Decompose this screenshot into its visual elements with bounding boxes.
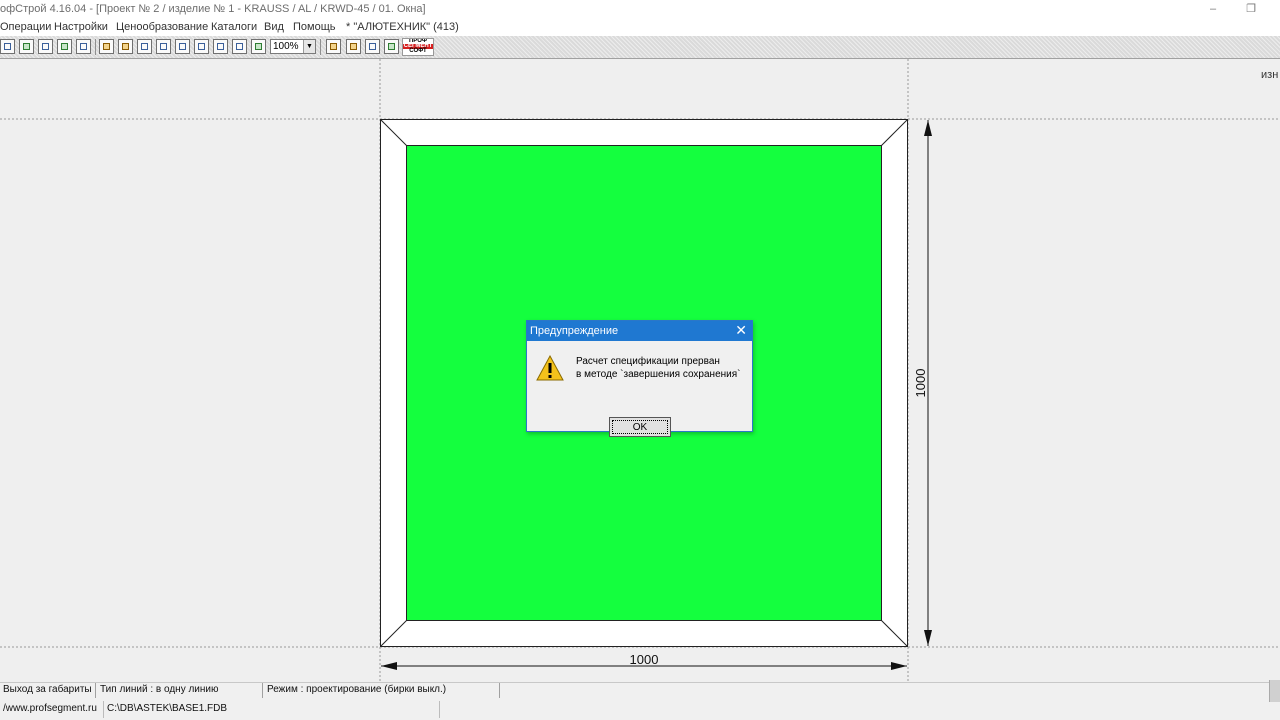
warning-dialog: Предупреждение ✕ Расчет спецификации пре… — [526, 320, 753, 437]
profile-icon[interactable] — [251, 39, 266, 54]
restore-button[interactable]: ❐ — [1236, 0, 1266, 18]
menu-operations[interactable]: Операции — [0, 21, 51, 33]
resize-icon[interactable] — [175, 39, 190, 54]
document-icon[interactable] — [365, 39, 380, 54]
tools-icon[interactable] — [232, 39, 247, 54]
print-icon[interactable] — [76, 39, 91, 54]
dimension-arrow — [891, 662, 907, 670]
zoom-value: 100% — [273, 41, 299, 52]
menu-pricing[interactable]: Ценообразование — [116, 21, 208, 33]
book-icon[interactable] — [384, 39, 399, 54]
chevron-down-icon[interactable]: ▼ — [303, 40, 315, 53]
toolbar — [0, 36, 1280, 59]
status-bar: Выход за габариты Тип линий : в одну лин… — [0, 682, 1280, 699]
dialog-message-line2: в методе `завершения сохранения` — [576, 369, 741, 380]
dialog-body: Расчет спецификации прерван в методе `за… — [527, 341, 752, 437]
scrollbar-grip[interactable] — [1269, 680, 1280, 702]
menu-settings[interactable]: Настройки — [54, 21, 108, 33]
corner-label: изн — [1261, 69, 1279, 81]
zoom-select[interactable]: 100% ▼ — [270, 39, 316, 54]
height-dimension-label: 1000 — [913, 369, 928, 398]
chart-icon[interactable] — [194, 39, 209, 54]
status-mode: Режим : проектирование (бирки выкл.) — [264, 683, 500, 698]
hand-icon[interactable] — [326, 39, 341, 54]
menu-view[interactable]: Вид — [264, 21, 284, 33]
menu-catalogs[interactable]: Каталоги — [211, 21, 257, 33]
status-db-path: C:\DB\ASTEK\BASE1.FDB — [104, 701, 440, 718]
status-bar-secondary: /www.profsegment.ru C:\DB\ASTEK\BASE1.FD… — [0, 698, 1280, 720]
title-bar: офСтрой 4.16.04 - [Проект № 2 / изделие … — [0, 0, 1280, 18]
menu-help[interactable]: Помощь — [293, 21, 336, 33]
dialog-title-bar: Предупреждение ✕ — [527, 321, 752, 341]
dialog-message: Расчет спецификации прерван в методе `за… — [576, 355, 741, 381]
status-bounds: Выход за габариты — [0, 683, 96, 698]
dialog-title: Предупреждение — [530, 325, 619, 337]
profsegment-logo[interactable]: ПРОФ СЕГМЕНТ СОФТ — [402, 38, 434, 56]
dimension-arrow — [924, 120, 932, 136]
calculator-icon[interactable] — [99, 39, 114, 54]
menu-bar: Операции Настройки Ценообразование Катал… — [0, 18, 1280, 36]
status-line-type: Тип линий : в одну линию — [97, 683, 263, 698]
open-icon[interactable] — [19, 39, 34, 54]
globe-icon[interactable] — [57, 39, 72, 54]
window-title: офСтрой 4.16.04 - [Проект № 2 / изделие … — [0, 3, 426, 15]
minimize-button[interactable]: – — [1198, 0, 1228, 18]
new-icon[interactable] — [0, 39, 15, 54]
grid-icon[interactable] — [137, 39, 152, 54]
user-icon[interactable] — [346, 39, 361, 54]
ok-button[interactable]: OK — [609, 417, 671, 437]
menu-company: * "АЛЮТЕХНИК" (413) — [346, 21, 459, 33]
dimension-arrow — [381, 662, 397, 670]
table-icon[interactable] — [118, 39, 133, 54]
warning-icon — [536, 355, 564, 381]
status-website: /www.profsegment.ru — [0, 701, 104, 718]
dimension-arrow — [924, 630, 932, 646]
move-icon[interactable] — [156, 39, 171, 54]
curve-icon[interactable] — [213, 39, 228, 54]
toolbar-separator — [320, 39, 321, 55]
save-icon[interactable] — [38, 39, 53, 54]
dialog-message-line1: Расчет спецификации прерван — [576, 356, 720, 367]
toolbar-separator — [95, 39, 96, 55]
width-dimension-label: 1000 — [630, 652, 659, 667]
close-icon[interactable]: ✕ — [735, 323, 747, 337]
